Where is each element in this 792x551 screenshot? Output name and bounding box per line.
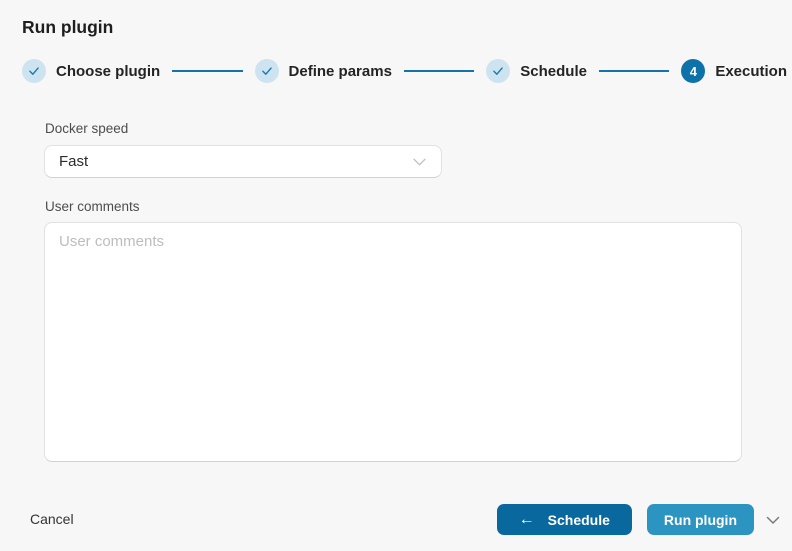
step-label: Choose plugin bbox=[56, 62, 161, 80]
step-connector bbox=[172, 70, 243, 72]
check-icon bbox=[486, 59, 511, 83]
footer-actions: ← Schedule Run plugin bbox=[496, 504, 781, 535]
page-title: Run plugin bbox=[22, 17, 114, 37]
check-icon bbox=[22, 59, 46, 83]
user-comments-label: User comments bbox=[45, 199, 140, 214]
step-connector bbox=[598, 70, 670, 72]
docker-speed-value: Fast bbox=[59, 153, 89, 170]
step-schedule[interactable]: Schedule bbox=[486, 59, 587, 83]
step-label: Define params bbox=[288, 62, 392, 80]
step-number-badge: 4 bbox=[681, 59, 706, 83]
step-define-params[interactable]: Define params bbox=[254, 59, 392, 83]
step-label: Execution bbox=[715, 62, 787, 80]
schedule-back-button[interactable]: ← Schedule bbox=[496, 504, 632, 535]
docker-speed-label: Docker speed bbox=[45, 121, 129, 136]
chevron-down-icon[interactable] bbox=[765, 514, 781, 526]
run-plugin-label: Run plugin bbox=[663, 511, 737, 528]
step-connector bbox=[403, 70, 475, 72]
step-execution[interactable]: 4 Execution bbox=[681, 59, 787, 83]
stepper: Choose plugin Define params Schedule 4 E… bbox=[22, 58, 787, 84]
step-choose-plugin[interactable]: Choose plugin bbox=[22, 59, 160, 83]
back-button-label: Schedule bbox=[547, 511, 610, 528]
check-icon bbox=[254, 59, 279, 83]
chevron-down-icon bbox=[412, 156, 427, 167]
user-comments-textarea[interactable] bbox=[44, 222, 742, 462]
run-plugin-button[interactable]: Run plugin bbox=[646, 504, 754, 535]
cancel-button[interactable]: Cancel bbox=[30, 511, 74, 527]
arrow-left-icon: ← bbox=[518, 510, 535, 528]
step-label: Schedule bbox=[520, 62, 587, 80]
docker-speed-select[interactable]: Fast bbox=[44, 145, 442, 178]
